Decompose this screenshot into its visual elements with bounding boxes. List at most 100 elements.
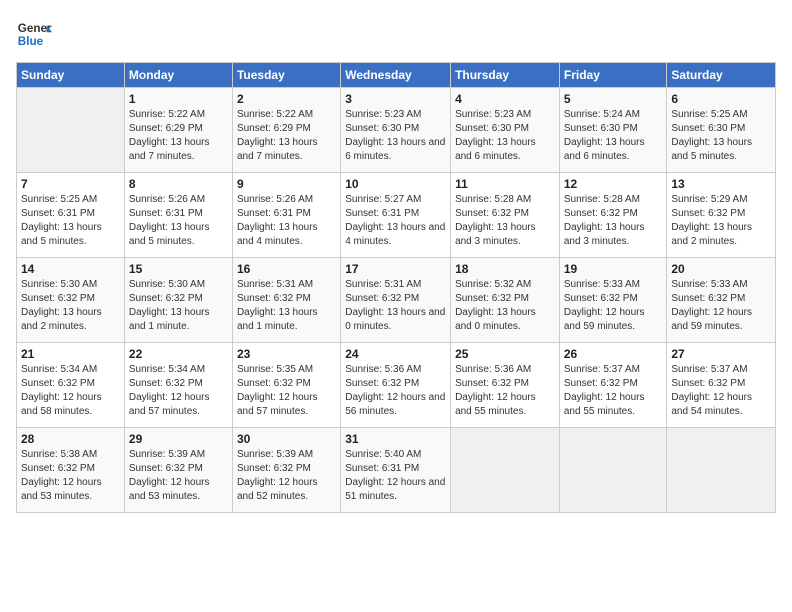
calendar-cell: 14 Sunrise: 5:30 AMSunset: 6:32 PMDayligh… [17, 258, 125, 343]
day-info: Sunrise: 5:25 AMSunset: 6:30 PMDaylight:… [671, 108, 771, 164]
calendar-cell: 20 Sunrise: 5:33 AMSunset: 6:32 PMDayligh… [667, 258, 776, 343]
day-info: Sunrise: 5:36 AMSunset: 6:32 PMDaylight:… [345, 363, 446, 419]
day-number: 10 [345, 177, 446, 191]
day-number: 19 [564, 262, 663, 276]
day-number: 15 [129, 262, 228, 276]
day-number: 13 [671, 177, 771, 191]
calendar-cell [559, 428, 667, 513]
weekday-header-cell: Saturday [667, 63, 776, 88]
day-number: 4 [455, 92, 555, 106]
day-number: 7 [21, 177, 120, 191]
calendar-cell: 16 Sunrise: 5:31 AMSunset: 6:32 PMDayligh… [232, 258, 340, 343]
day-number: 8 [129, 177, 228, 191]
day-info: Sunrise: 5:39 AMSunset: 6:32 PMDaylight:… [237, 448, 336, 504]
calendar-cell: 24 Sunrise: 5:36 AMSunset: 6:32 PMDayligh… [341, 343, 451, 428]
calendar-cell: 2 Sunrise: 5:22 AMSunset: 6:29 PMDaylight… [232, 88, 340, 173]
day-info: Sunrise: 5:33 AMSunset: 6:32 PMDaylight:… [671, 278, 771, 334]
day-info: Sunrise: 5:22 AMSunset: 6:29 PMDaylight:… [237, 108, 336, 164]
weekday-header-cell: Friday [559, 63, 667, 88]
day-number: 12 [564, 177, 663, 191]
calendar-cell: 23 Sunrise: 5:35 AMSunset: 6:32 PMDayligh… [232, 343, 340, 428]
calendar-cell: 22 Sunrise: 5:34 AMSunset: 6:32 PMDayligh… [124, 343, 232, 428]
weekday-header-cell: Wednesday [341, 63, 451, 88]
calendar-cell: 4Sunrise: 5:23 AMSunset: 6:30 PMDaylight… [451, 88, 560, 173]
page-header: General Blue [16, 16, 776, 52]
day-info: Sunrise: 5:27 AMSunset: 6:31 PMDaylight:… [345, 193, 446, 249]
day-info: Sunrise: 5:37 AMSunset: 6:32 PMDaylight:… [671, 363, 771, 419]
calendar-cell [667, 428, 776, 513]
day-number: 2 [237, 92, 336, 106]
calendar-cell: 25 Sunrise: 5:36 AMSunset: 6:32 PMDayligh… [451, 343, 560, 428]
calendar-cell: 29 Sunrise: 5:39 AMSunset: 6:32 PMDayligh… [124, 428, 232, 513]
day-info: Sunrise: 5:30 AMSunset: 6:32 PMDaylight:… [129, 278, 228, 334]
day-info: Sunrise: 5:26 AMSunset: 6:31 PMDaylight:… [129, 193, 228, 249]
calendar-cell: 17 Sunrise: 5:31 AMSunset: 6:32 PMDayligh… [341, 258, 451, 343]
calendar-cell: 31Sunrise: 5:40 AMSunset: 6:31 PMDayligh… [341, 428, 451, 513]
weekday-header-cell: Tuesday [232, 63, 340, 88]
day-number: 6 [671, 92, 771, 106]
calendar-cell: 11 Sunrise: 5:28 AMSunset: 6:32 PMDayligh… [451, 173, 560, 258]
day-number: 18 [455, 262, 555, 276]
day-number: 9 [237, 177, 336, 191]
day-number: 11 [455, 177, 555, 191]
day-number: 22 [129, 347, 228, 361]
day-info: Sunrise: 5:38 AMSunset: 6:32 PMDaylight:… [21, 448, 120, 504]
day-number: 14 [21, 262, 120, 276]
day-info: Sunrise: 5:32 AMSunset: 6:32 PMDaylight:… [455, 278, 555, 334]
day-number: 1 [129, 92, 228, 106]
day-number: 29 [129, 432, 228, 446]
calendar-cell: 21Sunrise: 5:34 AMSunset: 6:32 PMDayligh… [17, 343, 125, 428]
day-number: 5 [564, 92, 663, 106]
day-info: Sunrise: 5:24 AMSunset: 6:30 PMDaylight:… [564, 108, 663, 164]
day-info: Sunrise: 5:29 AMSunset: 6:32 PMDaylight:… [671, 193, 771, 249]
day-info: Sunrise: 5:33 AMSunset: 6:32 PMDaylight:… [564, 278, 663, 334]
calendar-cell: 10 Sunrise: 5:27 AMSunset: 6:31 PMDayligh… [341, 173, 451, 258]
logo-icon: General Blue [16, 16, 52, 52]
calendar-cell: 6 Sunrise: 5:25 AMSunset: 6:30 PMDaylight… [667, 88, 776, 173]
day-info: Sunrise: 5:25 AMSunset: 6:31 PMDaylight:… [21, 193, 120, 249]
day-number: 28 [21, 432, 120, 446]
calendar-week-row: 21Sunrise: 5:34 AMSunset: 6:32 PMDayligh… [17, 343, 776, 428]
day-info: Sunrise: 5:28 AMSunset: 6:32 PMDaylight:… [564, 193, 663, 249]
day-info: Sunrise: 5:31 AMSunset: 6:32 PMDaylight:… [237, 278, 336, 334]
day-number: 24 [345, 347, 446, 361]
day-number: 27 [671, 347, 771, 361]
calendar-week-row: 28 Sunrise: 5:38 AMSunset: 6:32 PMDayligh… [17, 428, 776, 513]
day-info: Sunrise: 5:36 AMSunset: 6:32 PMDaylight:… [455, 363, 555, 419]
day-info: Sunrise: 5:31 AMSunset: 6:32 PMDaylight:… [345, 278, 446, 334]
day-number: 25 [455, 347, 555, 361]
calendar-week-row: 14 Sunrise: 5:30 AMSunset: 6:32 PMDayligh… [17, 258, 776, 343]
day-number: 3 [345, 92, 446, 106]
calendar-cell: 26Sunrise: 5:37 AMSunset: 6:32 PMDayligh… [559, 343, 667, 428]
svg-text:Blue: Blue [18, 35, 44, 48]
day-number: 26 [564, 347, 663, 361]
calendar-cell: 8 Sunrise: 5:26 AMSunset: 6:31 PMDaylight… [124, 173, 232, 258]
day-info: Sunrise: 5:30 AMSunset: 6:32 PMDaylight:… [21, 278, 120, 334]
calendar-cell: 5 Sunrise: 5:24 AMSunset: 6:30 PMDaylight… [559, 88, 667, 173]
day-number: 16 [237, 262, 336, 276]
calendar-table: SundayMondayTuesdayWednesdayThursdayFrid… [16, 62, 776, 513]
weekday-header-cell: Thursday [451, 63, 560, 88]
calendar-cell [17, 88, 125, 173]
calendar-week-row: 1 Sunrise: 5:22 AMSunset: 6:29 PMDaylight… [17, 88, 776, 173]
day-info: Sunrise: 5:34 AMSunset: 6:32 PMDaylight:… [129, 363, 228, 419]
day-number: 23 [237, 347, 336, 361]
day-info: Sunrise: 5:39 AMSunset: 6:32 PMDaylight:… [129, 448, 228, 504]
weekday-header-row: SundayMondayTuesdayWednesdayThursdayFrid… [17, 63, 776, 88]
calendar-week-row: 7 Sunrise: 5:25 AMSunset: 6:31 PMDaylight… [17, 173, 776, 258]
calendar-cell: 1 Sunrise: 5:22 AMSunset: 6:29 PMDaylight… [124, 88, 232, 173]
day-number: 20 [671, 262, 771, 276]
day-info: Sunrise: 5:28 AMSunset: 6:32 PMDaylight:… [455, 193, 555, 249]
calendar-cell: 19 Sunrise: 5:33 AMSunset: 6:32 PMDayligh… [559, 258, 667, 343]
day-number: 31 [345, 432, 446, 446]
calendar-cell: 18 Sunrise: 5:32 AMSunset: 6:32 PMDayligh… [451, 258, 560, 343]
day-info: Sunrise: 5:26 AMSunset: 6:31 PMDaylight:… [237, 193, 336, 249]
day-info: Sunrise: 5:22 AMSunset: 6:29 PMDaylight:… [129, 108, 228, 164]
calendar-cell: 28 Sunrise: 5:38 AMSunset: 6:32 PMDayligh… [17, 428, 125, 513]
day-info: Sunrise: 5:35 AMSunset: 6:32 PMDaylight:… [237, 363, 336, 419]
calendar-cell: 9 Sunrise: 5:26 AMSunset: 6:31 PMDaylight… [232, 173, 340, 258]
weekday-header-cell: Monday [124, 63, 232, 88]
calendar-cell: 13 Sunrise: 5:29 AMSunset: 6:32 PMDayligh… [667, 173, 776, 258]
day-number: 17 [345, 262, 446, 276]
calendar-cell [451, 428, 560, 513]
